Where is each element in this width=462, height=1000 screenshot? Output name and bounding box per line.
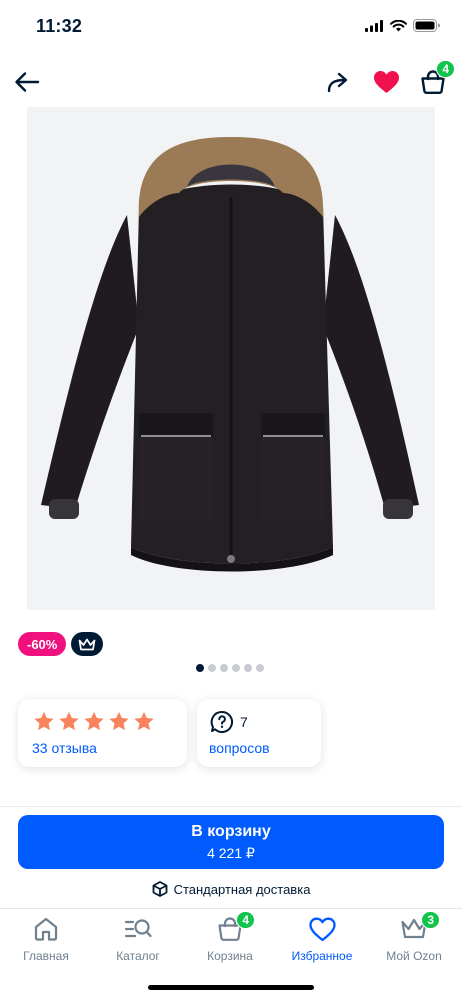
home-indicator (148, 985, 314, 990)
questions-count: 7 (240, 714, 248, 730)
star-icon (84, 711, 104, 731)
pager-dot[interactable] (220, 664, 228, 672)
tab-home[interactable]: Главная (0, 915, 92, 971)
my-ozon-badge: 3 (421, 911, 440, 929)
rating-stars (33, 711, 155, 732)
heart-icon (373, 71, 399, 93)
product-tags: -60% (18, 632, 104, 656)
cellular-signal-icon (365, 19, 383, 32)
back-button[interactable] (9, 64, 45, 100)
pager-dot[interactable] (208, 664, 216, 672)
tab-favorites[interactable]: Избранное (276, 915, 368, 971)
star-icon (34, 711, 54, 731)
tab-cart[interactable]: 4 Корзина (184, 911, 276, 971)
tab-label: Каталог (116, 949, 160, 963)
tab-my-ozon[interactable]: 3 Мой Ozon (368, 911, 460, 971)
reviews-link[interactable]: 33 отзыва (32, 740, 97, 756)
cart-badge: 4 (436, 60, 455, 78)
pager-dot[interactable] (244, 664, 252, 672)
share-button[interactable] (320, 64, 356, 100)
star-icon (59, 711, 79, 731)
divider (0, 806, 462, 807)
catalog-search-icon (124, 919, 152, 938)
arrow-left-icon (15, 72, 40, 92)
delivery-label: Стандартная доставка (173, 881, 311, 897)
favorite-button[interactable] (368, 64, 404, 100)
star-icon (134, 711, 154, 731)
top-navigation: 4 (0, 56, 462, 106)
add-to-cart-label: В корзину (191, 823, 271, 840)
pager-dot[interactable] (232, 664, 240, 672)
cart-button[interactable]: 4 (415, 60, 455, 100)
cart-tab-badge: 4 (236, 911, 255, 929)
add-to-cart-price: 4 221 ₽ (207, 845, 255, 861)
share-arrow-icon (327, 72, 348, 93)
question-bubble-icon (210, 710, 234, 733)
crown-icon (79, 638, 96, 650)
pager-dot[interactable] (196, 664, 204, 672)
tab-label: Главная (23, 949, 69, 963)
tab-label: Корзина (207, 949, 253, 963)
questions-link[interactable]: вопросов (209, 740, 270, 756)
discount-badge: -60% (18, 632, 67, 656)
home-icon (34, 917, 58, 941)
wifi-icon (390, 19, 407, 31)
tab-label: Избранное (291, 949, 353, 963)
premium-badge[interactable] (71, 632, 104, 656)
star-icon (109, 711, 129, 731)
reviews-card[interactable]: 33 отзыва (18, 699, 187, 767)
status-time: 11:32 (36, 16, 83, 36)
product-image[interactable] (27, 107, 435, 610)
questions-card[interactable]: 7 вопросов (197, 699, 321, 767)
battery-icon (413, 19, 440, 32)
heart-icon (308, 917, 336, 941)
delivery-info[interactable]: Стандартная доставка (0, 881, 462, 897)
pager-dot[interactable] (256, 664, 264, 672)
jacket-illustration (41, 137, 419, 572)
status-bar: 11:32 (0, 0, 462, 56)
tab-label: Мой Ozon (386, 949, 442, 963)
box-icon (152, 881, 167, 897)
tab-catalog[interactable]: Каталог (92, 915, 184, 971)
add-to-cart-button[interactable]: В корзину 4 221 ₽ (18, 815, 444, 869)
status-icons (365, 19, 440, 32)
gallery-pager[interactable] (196, 664, 264, 672)
